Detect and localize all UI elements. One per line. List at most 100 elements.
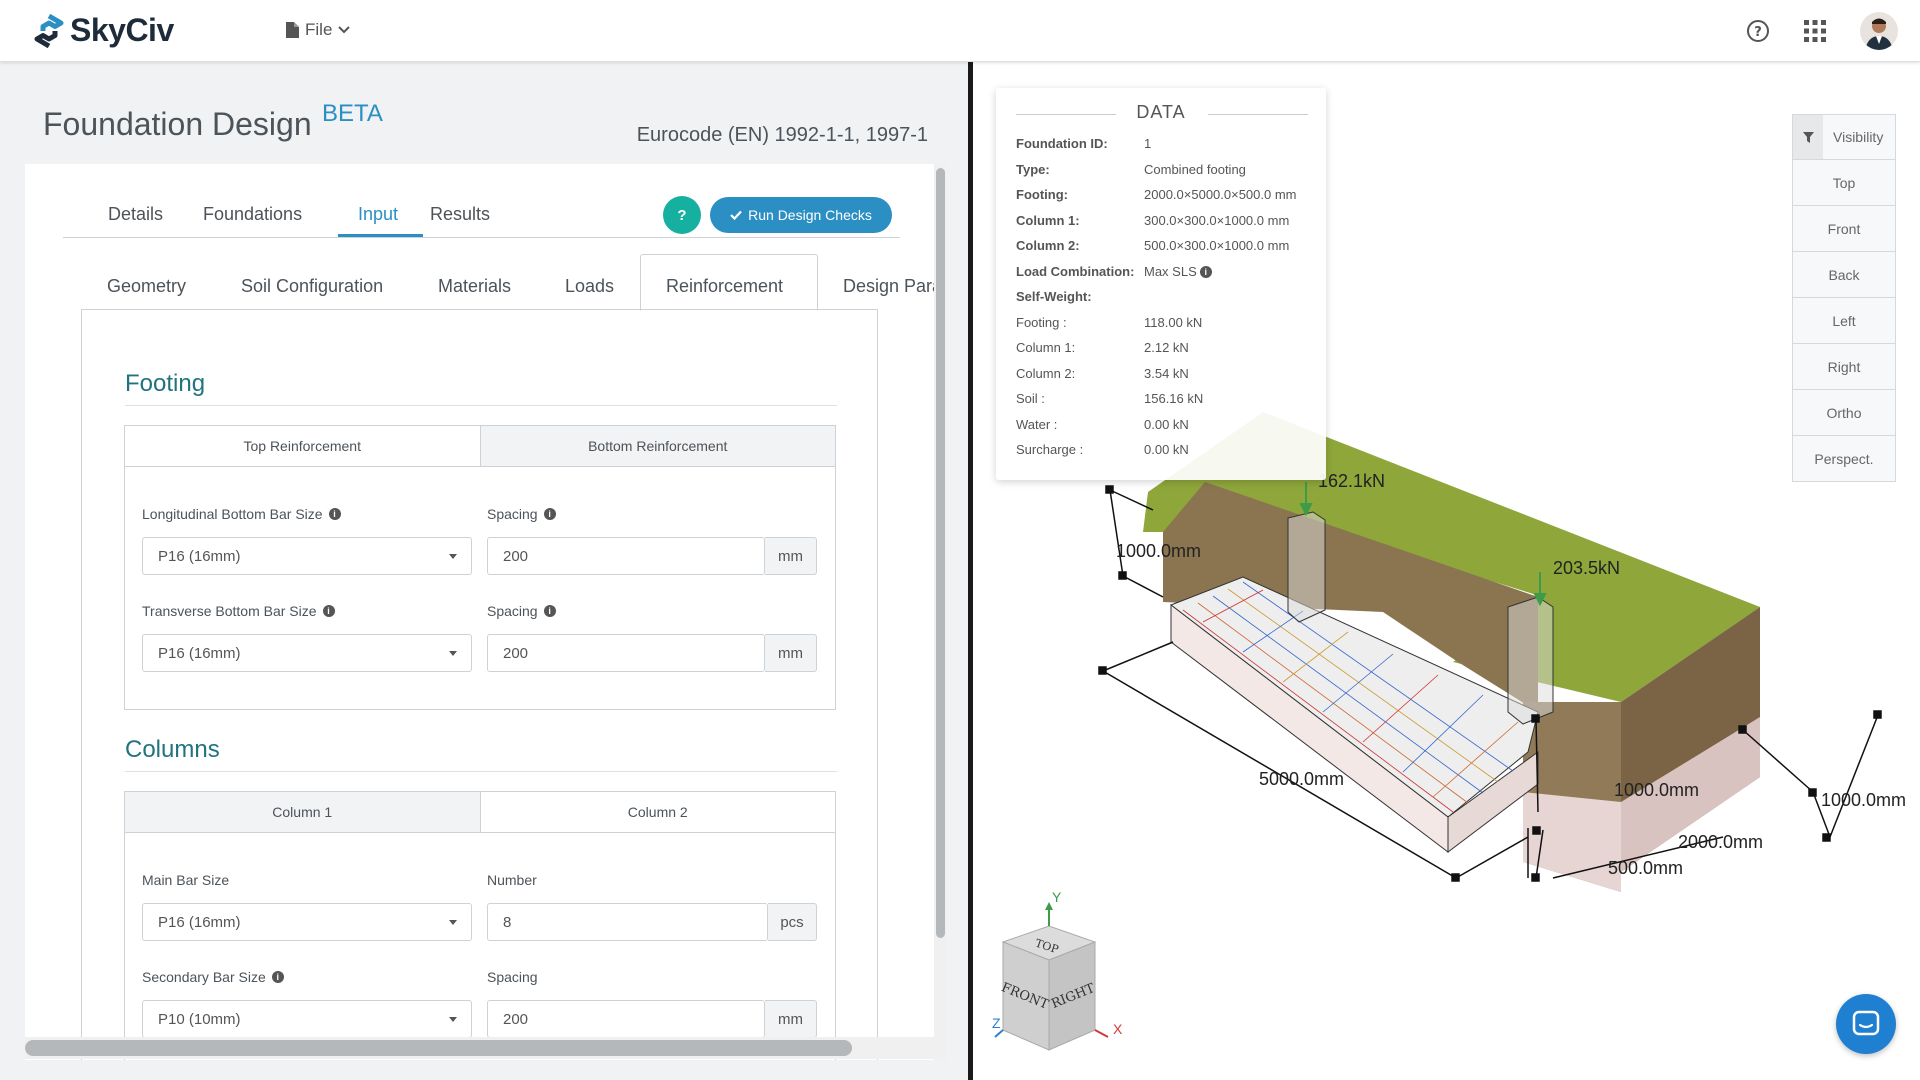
data-row-key: Column 2: [1016, 365, 1076, 381]
data-row: Surcharge : 0.00 kN [1016, 442, 1189, 457]
column-2-tab[interactable]: Column 2 [479, 792, 836, 832]
view-right-button[interactable]: Right [1792, 344, 1896, 390]
longitudinal-bar-size-text: Longitudinal Bottom Bar Size [142, 506, 323, 522]
axis-z-label: Z [992, 1015, 1001, 1031]
transverse-spacing-text: Spacing [487, 603, 538, 619]
skyciv-logo-icon [34, 13, 64, 48]
column-spacing-label: Spacing [487, 969, 538, 985]
data-row-key: Surcharge : [1016, 442, 1084, 457]
data-row-key: Column 1: [1016, 340, 1076, 355]
secondary-bar-size-label: Secondary Bar Size i [142, 969, 284, 985]
top-reinforcement-tab[interactable]: Top Reinforcement [125, 426, 480, 466]
data-row: Foundation ID: 1 [1016, 136, 1151, 151]
view-left-button[interactable]: Left [1792, 298, 1896, 344]
data-panel-title: DATA [1136, 102, 1186, 122]
tab-design-parameters[interactable]: Design Para [843, 276, 942, 297]
chat-icon [1852, 1010, 1880, 1036]
horizontal-scrollbar[interactable] [25, 1037, 935, 1059]
data-row-key: Column 2: [1016, 238, 1080, 253]
column-spacing-input[interactable]: 200 [487, 1000, 765, 1038]
tab-reinforcement[interactable]: Reinforcement [666, 276, 783, 297]
apps-grid-icon[interactable] [1804, 20, 1826, 42]
longitudinal-spacing-label: Spacing i [487, 506, 556, 522]
load-2-label: 203.5kN [1553, 558, 1620, 578]
info-icon[interactable]: i [543, 605, 556, 617]
input-tabs: Geometry Soil Configuration Materials Lo… [25, 254, 945, 311]
tab-loads[interactable]: Loads [565, 276, 614, 297]
transverse-spacing-unit: mm [765, 634, 817, 672]
view-top-button[interactable]: Top [1792, 160, 1896, 206]
data-row: Soil : 156.16 kN [1016, 391, 1203, 406]
help-circle-icon[interactable]: ? [1746, 19, 1770, 43]
skyciv-logo[interactable]: SkyCiv [34, 12, 174, 49]
secondary-bar-size-text: Secondary Bar Size [142, 969, 266, 985]
footing-section-title: Footing [125, 370, 206, 397]
number-input[interactable]: 8 [487, 903, 768, 941]
left-panel: Foundation Design BETA Eurocode (EN) 199… [0, 62, 968, 1080]
data-row-value: Max SLS [1144, 263, 1197, 279]
transverse-bar-size-label: Transverse Bottom Bar Size i [142, 603, 335, 619]
tab-input[interactable]: Input [358, 204, 398, 225]
tab-geometry[interactable]: Geometry [107, 276, 186, 297]
data-row-key: Self-Weight: [1016, 289, 1092, 304]
filter-icon [1802, 131, 1814, 143]
view-front-button[interactable]: Front [1792, 206, 1896, 252]
tab-details[interactable]: Details [108, 204, 163, 225]
data-row: Column 1: 300.0×300.0×1000.0 mm [1016, 213, 1289, 228]
longitudinal-spacing-input[interactable]: 200 [487, 537, 765, 575]
column-spacing-unit: mm [765, 1000, 817, 1038]
info-icon[interactable]: i [322, 605, 335, 617]
chat-button[interactable] [1836, 994, 1896, 1054]
tab-results[interactable]: Results [430, 204, 490, 225]
info-icon[interactable]: i [271, 971, 284, 983]
main-bar-size-select[interactable]: P16 (16mm) [142, 903, 472, 941]
data-row-key: Soil : [1016, 391, 1045, 406]
dim-1000-left: 1000.0mm [1116, 541, 1201, 561]
main-bar-size-value: P16 (16mm) [158, 913, 241, 931]
dim-5000: 5000.0mm [1259, 769, 1344, 789]
vertical-scrollbar[interactable] [934, 164, 946, 1060]
navigation-cube[interactable]: TOP FRONT RIGHT Y X Z [992, 889, 1123, 1051]
bottom-reinforcement-tab[interactable]: Bottom Reinforcement [479, 426, 835, 466]
longitudinal-spacing-text: Spacing [487, 506, 538, 522]
data-row-value: 0.00 kN [1144, 416, 1189, 432]
footing-divider [125, 405, 837, 406]
visibility-button[interactable]: Visibility [1792, 114, 1896, 160]
main-bar-size-label: Main Bar Size [142, 872, 230, 888]
columns-subtabs: Column 1 Column 2 [124, 791, 836, 833]
user-avatar[interactable] [1860, 12, 1898, 50]
tab-soil-configuration[interactable]: Soil Configuration [241, 276, 383, 297]
data-row: Water : 0.00 kN [1016, 417, 1189, 432]
info-icon[interactable]: i [328, 508, 341, 520]
tab-materials[interactable]: Materials [438, 276, 511, 297]
transverse-bar-size-select[interactable]: P16 (16mm) [142, 634, 472, 672]
load-1-label: 162.1kN [1318, 471, 1385, 491]
horizontal-scrollbar-thumb[interactable] [25, 1040, 852, 1056]
view-ortho-button[interactable]: Ortho [1792, 390, 1896, 436]
info-icon[interactable]: i [1199, 265, 1212, 278]
help-button[interactable]: ? [663, 196, 701, 234]
secondary-bar-size-select[interactable]: P10 (10mm) [142, 1000, 472, 1038]
dropdown-caret-icon [449, 651, 457, 656]
file-menu[interactable]: File [286, 20, 351, 40]
beta-badge: BETA [322, 100, 383, 127]
data-row: Load Combination: Max SLS i [1016, 264, 1212, 279]
longitudinal-spacing-unit: mm [765, 537, 817, 575]
3d-viewport[interactable]: 162.1kN 203.5kN 1000.0mm 5000.0mm 1000.0… [973, 62, 1920, 1080]
data-row-key: Footing: [1016, 187, 1068, 202]
info-icon[interactable]: i [543, 508, 556, 520]
tab-foundations[interactable]: Foundations [203, 204, 302, 225]
column-1-tab[interactable]: Column 1 [125, 792, 480, 832]
view-back-button[interactable]: Back [1792, 252, 1896, 298]
vertical-scrollbar-thumb[interactable] [936, 168, 945, 938]
transverse-spacing-input[interactable]: 200 [487, 634, 765, 672]
view-perspective-button[interactable]: Perspect. [1792, 436, 1896, 482]
transverse-spacing-label: Spacing i [487, 603, 556, 619]
data-row-key: Footing : [1016, 314, 1067, 330]
run-design-checks-button[interactable]: Run Design Checks [710, 197, 892, 233]
longitudinal-bar-size-select[interactable]: P16 (16mm) [142, 537, 472, 575]
data-row: Column 2: 500.0×300.0×1000.0 mm [1016, 238, 1289, 253]
data-row-key: Foundation ID: [1016, 136, 1108, 151]
data-row-value: 300.0×300.0×1000.0 mm [1144, 212, 1290, 228]
number-unit: pcs [768, 903, 817, 941]
